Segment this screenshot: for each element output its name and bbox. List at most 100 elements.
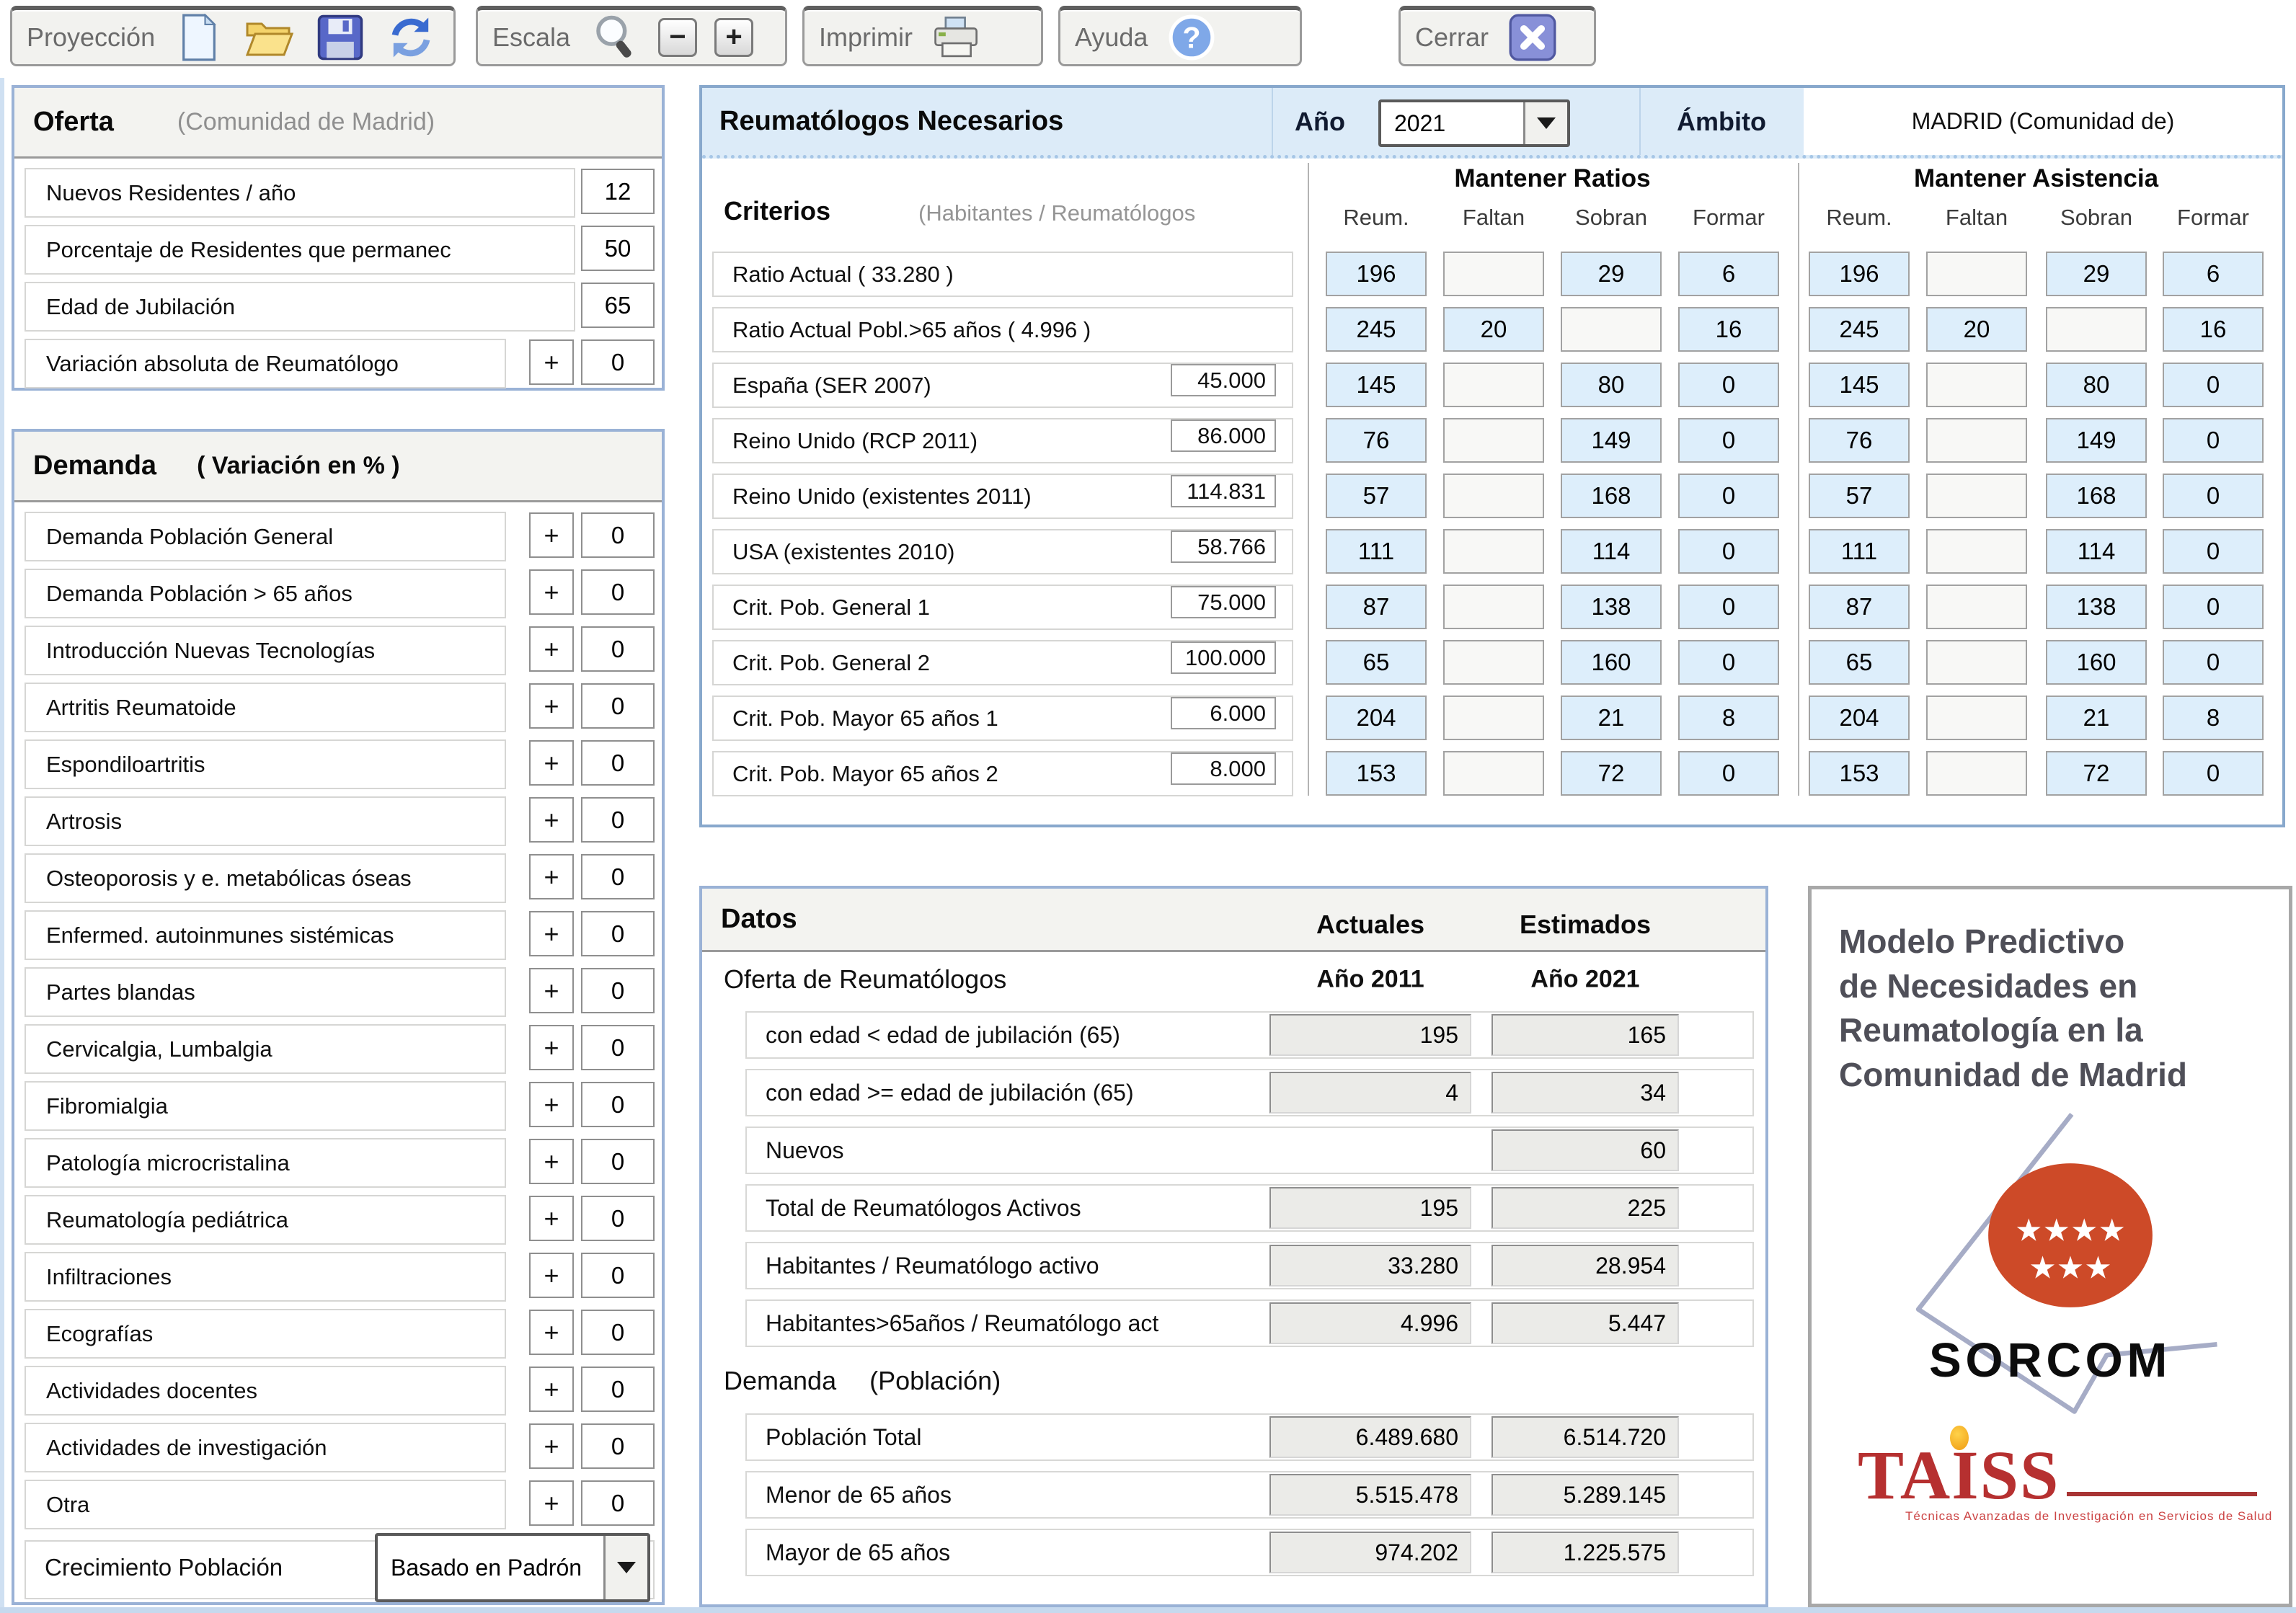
increment-button[interactable]: +	[529, 626, 574, 672]
table-cell: 76	[1809, 418, 1910, 463]
oferta-value-input[interactable]: 65	[581, 283, 655, 328]
dropdown-button[interactable]	[1523, 102, 1567, 144]
increment-button[interactable]: +	[529, 569, 574, 615]
criteria-value-input[interactable]: 114.831	[1171, 475, 1276, 507]
table-cell: 76	[1326, 418, 1427, 463]
increment-button[interactable]: +	[529, 1253, 574, 1298]
svg-text:?: ?	[1183, 21, 1201, 54]
increment-button[interactable]: +	[529, 1423, 574, 1469]
save-icon[interactable]	[314, 11, 367, 64]
table-cell	[1561, 307, 1662, 352]
zoom-out-button[interactable]: −	[658, 18, 697, 57]
increment-button[interactable]: +	[529, 1310, 574, 1355]
increment-button[interactable]: +	[529, 683, 574, 729]
demanda-value-input[interactable]: 0	[581, 797, 655, 843]
criteria-value-input[interactable]: 100.000	[1171, 641, 1276, 674]
increment-button[interactable]: +	[529, 339, 574, 385]
year-select[interactable]: 2021	[1378, 99, 1570, 147]
table-cell: 29	[1561, 252, 1662, 296]
demanda-value-input[interactable]: 0	[581, 1253, 655, 1298]
demanda-value-input[interactable]: 0	[581, 1367, 655, 1412]
demanda-value-input[interactable]: 0	[581, 1423, 655, 1469]
increment-button[interactable]: +	[529, 1367, 574, 1412]
criteria-value-input[interactable]: 86.000	[1171, 419, 1276, 452]
table-cell	[1926, 529, 2027, 574]
oferta-value-input[interactable]: 0	[581, 339, 655, 385]
datos-value: 33.280	[1269, 1245, 1471, 1287]
table-cell: 29	[2046, 252, 2147, 296]
oferta-value-input[interactable]: 12	[581, 169, 655, 214]
scope-value-field[interactable]: MADRID (Comunidad de)	[1804, 88, 2282, 155]
demanda-value-input[interactable]: 0	[581, 968, 655, 1013]
demanda-value-input[interactable]: 0	[581, 1310, 655, 1355]
demanda-value-input[interactable]: 0	[581, 1480, 655, 1526]
demanda-value-input[interactable]: 0	[581, 740, 655, 786]
datos-title: Datos	[721, 904, 797, 935]
demanda-value-input[interactable]: 0	[581, 911, 655, 956]
criteria-value-input[interactable]: 8.000	[1171, 752, 1276, 785]
demanda-value-input[interactable]: 0	[581, 1196, 655, 1241]
increment-button[interactable]: +	[529, 1025, 574, 1070]
demanda-value-input[interactable]: 0	[581, 854, 655, 899]
new-document-icon[interactable]	[172, 11, 226, 64]
criteria-label: Ratio Actual Pobl.>65 años ( 4.996 )	[712, 307, 1293, 352]
oferta-value-input[interactable]: 50	[581, 226, 655, 271]
datos-value: 1.225.575	[1491, 1532, 1679, 1573]
increment-button[interactable]: +	[529, 1480, 574, 1526]
zoom-in-button[interactable]: +	[714, 18, 753, 57]
datos-row: con edad < edad de jubilación (65)195165	[702, 1007, 1765, 1065]
demanda-value-input[interactable]: 0	[581, 569, 655, 615]
open-folder-icon[interactable]	[243, 11, 296, 64]
table-cell	[1443, 474, 1544, 518]
increment-button[interactable]: +	[529, 740, 574, 786]
criteria-value-input[interactable]: 58.766	[1171, 530, 1276, 563]
demanda-row-label: Actividades docentes	[25, 1366, 506, 1416]
datos-value: 5.515.478	[1269, 1474, 1471, 1516]
close-button[interactable]: Cerrar	[1399, 6, 1596, 66]
demanda-row: Introducción Nuevas Tecnologías+0	[14, 622, 662, 679]
print-label: Imprimir	[819, 22, 913, 53]
taiss-wordmark: TAISS	[1858, 1444, 2060, 1506]
table-cell: 145	[1326, 363, 1427, 407]
oferta-header: Oferta (Comunidad de Madrid)	[14, 88, 662, 159]
demanda-value-input[interactable]: 0	[581, 683, 655, 729]
increment-button[interactable]: +	[529, 1196, 574, 1241]
table-cell: 0	[2163, 751, 2264, 796]
increment-button[interactable]: +	[529, 968, 574, 1013]
increment-button[interactable]: +	[529, 911, 574, 956]
table-cell	[1443, 696, 1544, 740]
table-cell	[1926, 418, 2027, 463]
datos-value: 6.514.720	[1491, 1416, 1679, 1458]
increment-button[interactable]: +	[529, 854, 574, 899]
table-cell: 0	[1678, 640, 1779, 685]
demanda-value-input[interactable]: 0	[581, 1139, 655, 1184]
increment-button[interactable]: +	[529, 1082, 574, 1127]
datos-row: con edad >= edad de jubilación (65)434	[702, 1065, 1765, 1122]
demanda-value-input[interactable]: 0	[581, 1082, 655, 1127]
datos-value: 5.289.145	[1491, 1474, 1679, 1516]
datos-section-demanda: Demanda(Población)	[702, 1353, 1765, 1409]
criteria-value-input[interactable]: 45.000	[1171, 364, 1276, 396]
demanda-title: Demanda	[33, 450, 156, 481]
dropdown-button[interactable]	[603, 1536, 647, 1599]
criteria-row: Ratio Actual ( 33.280 ) 196296 196296	[702, 248, 2282, 303]
criteria-row: Reino Unido (RCP 2011) 86.000 761490 761…	[702, 414, 2282, 470]
svg-text:SORCOM: SORCOM	[1929, 1333, 2171, 1387]
demanda-row-label: Infiltraciones	[25, 1252, 506, 1302]
criteria-value-input[interactable]: 75.000	[1171, 586, 1276, 618]
help-toolbar-group[interactable]: Ayuda ?	[1058, 6, 1302, 66]
population-growth-select[interactable]: Basado en Padrón	[375, 1533, 650, 1602]
application-window: Proyección Escala − + Imprimir	[0, 0, 2296, 1613]
refresh-icon[interactable]	[384, 11, 438, 64]
demanda-value-input[interactable]: 0	[581, 1025, 655, 1070]
demanda-value-input[interactable]: 0	[581, 512, 655, 558]
demanda-value-input[interactable]: 0	[581, 626, 655, 672]
increment-button[interactable]: +	[529, 512, 574, 558]
print-toolbar-group[interactable]: Imprimir	[802, 6, 1043, 66]
increment-button[interactable]: +	[529, 1139, 574, 1184]
increment-button[interactable]: +	[529, 797, 574, 843]
oferta-row-label: Porcentaje de Residentes que permanec	[25, 225, 575, 275]
criteria-value-input[interactable]: 6.000	[1171, 697, 1276, 729]
demanda-row: Actividades de investigación+0	[14, 1419, 662, 1476]
table-cell	[1926, 640, 2027, 685]
